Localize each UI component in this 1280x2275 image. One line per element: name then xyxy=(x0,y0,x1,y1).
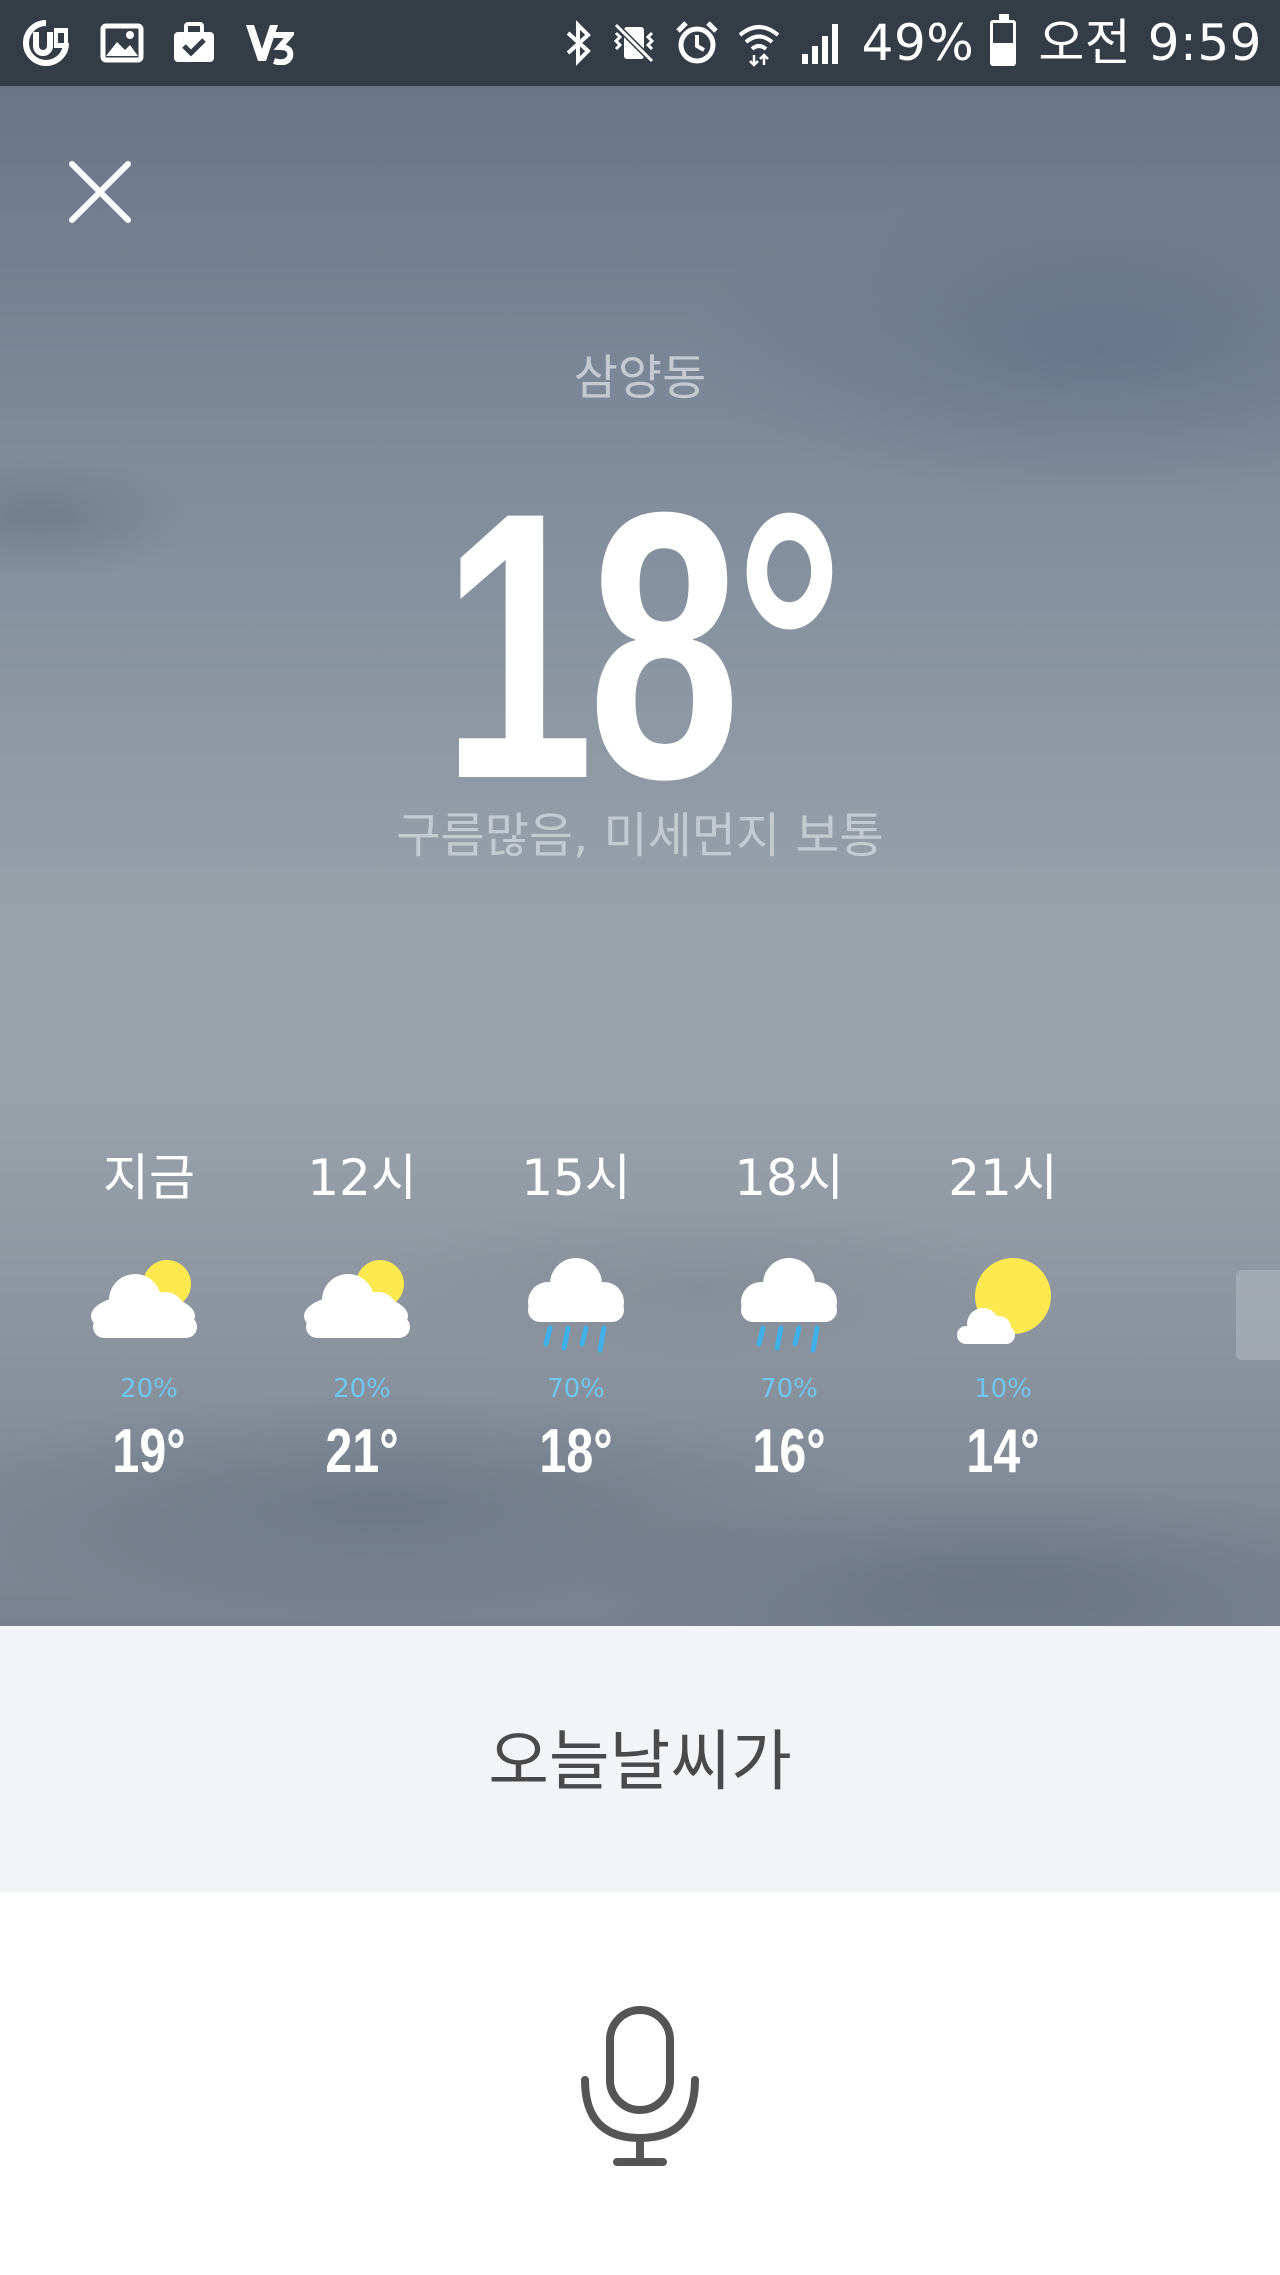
v3-icon xyxy=(246,25,294,65)
alarm-icon xyxy=(675,21,718,64)
hourly-temp: 14° xyxy=(966,1417,1040,1486)
hourly-time: 12시 xyxy=(307,1149,417,1207)
hourly-item: 21시 10% 14° xyxy=(903,1146,1103,1488)
hourly-temp: 19° xyxy=(112,1417,186,1486)
cloud-rain-icon xyxy=(528,1258,624,1353)
microphone-icon[interactable] xyxy=(575,2002,705,2172)
hourly-item: 15시 70% 18° xyxy=(476,1146,676,1488)
wifi-icon xyxy=(738,25,779,67)
battery-level-fill xyxy=(993,43,1014,63)
gallery-icon xyxy=(100,23,144,63)
hourly-precip: 70% xyxy=(547,1374,605,1404)
sun-cloud-icon xyxy=(957,1258,1051,1344)
hourly-precip: 70% xyxy=(760,1374,818,1404)
status-bar-left xyxy=(20,14,294,72)
hourly-time: 18시 xyxy=(734,1149,844,1207)
hourly-precip: 10% xyxy=(974,1374,1032,1404)
hourly-temp: 21° xyxy=(325,1417,399,1486)
battery-percent: 49% xyxy=(861,14,975,72)
signal-icon xyxy=(801,24,838,64)
status-bar-right: 49% 오전 9:59 xyxy=(564,8,1262,78)
weather-condition: 구름많음, 미세먼지 보통 xyxy=(396,808,884,864)
cloud-sun-icon xyxy=(304,1260,410,1338)
hourly-item: 지금 20% 19° xyxy=(49,1146,249,1488)
hourly-forecast: 지금 20% 19° 12시 20% 21° 15시 70% 18° 18시 7… xyxy=(0,1146,1280,1566)
hourly-item: 12시 20% 21° xyxy=(262,1146,462,1488)
cloud-sun-icon xyxy=(91,1260,197,1338)
location-name: 삼양동 xyxy=(573,350,707,406)
bluetooth-icon xyxy=(566,20,591,66)
mic-panel xyxy=(0,1892,1280,2275)
u-plus-icon xyxy=(23,20,69,66)
cloud-rain-icon xyxy=(741,1258,837,1353)
clock-time: 오전 9:59 xyxy=(1038,14,1262,72)
briefcase-check-icon xyxy=(174,22,214,62)
voice-query-panel: 오늘날씨가 xyxy=(0,1626,1280,1892)
hourly-precip: 20% xyxy=(120,1374,178,1404)
voice-query-text: 오늘날씨가 xyxy=(488,1723,792,1800)
hourly-item: 18시 70% 16° xyxy=(689,1146,889,1488)
weather-panel: 삼양동 18° 구름많음, 미세먼지 보통 지금 20% 19° 12시 20%… xyxy=(0,86,1280,1626)
vibrate-icon xyxy=(613,22,654,64)
hourly-temp: 16° xyxy=(752,1417,826,1486)
hourly-precip: 20% xyxy=(333,1374,391,1404)
hourly-time: 지금 xyxy=(103,1149,195,1207)
close-icon[interactable] xyxy=(62,154,138,230)
hourly-time: 21시 xyxy=(948,1149,1058,1207)
hourly-temp: 18° xyxy=(539,1417,613,1486)
forecast-scroll-tab[interactable] xyxy=(1236,1270,1280,1360)
status-bar: 49% 오전 9:59 xyxy=(0,0,1280,86)
battery-icon xyxy=(990,14,1017,66)
hourly-time: 15시 xyxy=(521,1149,631,1207)
current-temperature: 18° xyxy=(441,433,844,858)
